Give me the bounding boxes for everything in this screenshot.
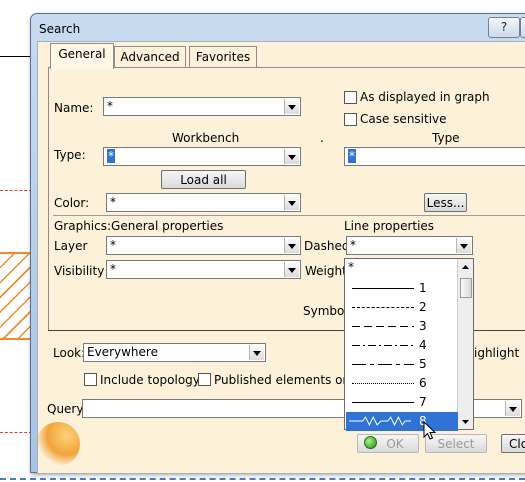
- scroll-thumb[interactable]: [460, 278, 472, 298]
- line-properties-label: Line properties: [344, 219, 435, 233]
- graphics-label: Graphics:General properties: [54, 219, 223, 233]
- line-sample-icon: [352, 326, 414, 327]
- geometry-line: [0, 56, 32, 57]
- name-combo[interactable]: *: [103, 97, 301, 116]
- line-sample-icon: [352, 383, 414, 384]
- layer-label: Layer: [54, 239, 88, 253]
- dashed-dropdown-list[interactable]: * 1 2 3 4 5 6 7 8: [344, 258, 474, 431]
- line-style-option-5[interactable]: 5: [346, 355, 458, 374]
- chevron-down-icon[interactable]: [505, 401, 520, 416]
- layer-value: *: [110, 238, 116, 252]
- zigzag-line-icon: [349, 416, 411, 426]
- color-value: *: [110, 195, 116, 209]
- chevron-down-icon[interactable]: [249, 345, 264, 360]
- type-combo[interactable]: *: [344, 147, 525, 166]
- section-divider: [53, 215, 525, 216]
- axis-line: [0, 432, 32, 433]
- close-window-button[interactable]: [520, 17, 525, 38]
- workbench-header: Workbench: [172, 131, 240, 145]
- case-sensitive-label: Case sensitive: [360, 112, 447, 126]
- option-label: 6: [419, 376, 427, 390]
- option-label: 7: [419, 395, 427, 409]
- include-topology-label: Include topology: [100, 373, 200, 387]
- workbench-value: *: [107, 149, 115, 163]
- chevron-down-icon[interactable]: [284, 238, 299, 253]
- chevron-down-icon[interactable]: [456, 238, 471, 253]
- chevron-down-icon[interactable]: [284, 195, 299, 210]
- layer-combo[interactable]: *: [106, 236, 301, 255]
- line-style-option-3[interactable]: 3: [346, 317, 458, 336]
- published-only-label: Published elements only: [214, 373, 361, 387]
- dialog-title: Search: [39, 22, 81, 36]
- as-displayed-checkbox[interactable]: [344, 91, 357, 104]
- weight-label: Weight: [305, 264, 347, 278]
- option-label: 1: [419, 281, 427, 295]
- boundary-line: [0, 478, 525, 480]
- line-sample-icon: [352, 345, 414, 346]
- mouse-cursor-icon: [423, 421, 437, 440]
- option-label: 2: [419, 300, 427, 314]
- line-style-option-7[interactable]: 7: [346, 393, 458, 412]
- graphics-section-label: Graphics:: [54, 219, 112, 233]
- chevron-down-icon[interactable]: [284, 99, 299, 114]
- symbol-label: Symbol: [303, 304, 348, 318]
- close-button[interactable]: Clo: [501, 434, 525, 453]
- dashed-combo[interactable]: *: [346, 236, 473, 255]
- tab-favorites[interactable]: Favorites: [189, 46, 257, 68]
- dashed-label: Dashed: [304, 239, 350, 253]
- dropdown-scrollbar[interactable]: [457, 259, 473, 429]
- line-style-option-4[interactable]: 4: [346, 336, 458, 355]
- type-header: Type: [432, 131, 460, 145]
- scroll-down-icon[interactable]: [460, 417, 471, 427]
- line-style-option-6[interactable]: 6: [346, 374, 458, 393]
- tab-advanced[interactable]: Advanced: [114, 46, 186, 68]
- case-sensitive-checkbox[interactable]: [344, 113, 357, 126]
- help-button[interactable]: ?: [488, 17, 520, 38]
- name-label: Name:: [54, 101, 94, 115]
- color-combo[interactable]: *: [106, 193, 301, 212]
- ok-status-icon: [364, 436, 377, 449]
- highlight-label: ighlight: [474, 346, 520, 360]
- dashed-value: *: [350, 238, 356, 252]
- option-label: 4: [419, 338, 427, 352]
- line-style-option-8[interactable]: 8: [346, 412, 458, 431]
- color-label: Color:: [54, 196, 90, 210]
- line-style-option-1[interactable]: 1: [346, 279, 458, 298]
- query-label: Query:: [47, 402, 87, 416]
- line-sample-icon: [352, 288, 414, 289]
- look-combo[interactable]: Everywhere: [83, 343, 266, 362]
- option-label: 3: [419, 319, 427, 333]
- tab-general[interactable]: General: [50, 43, 114, 69]
- load-all-types-button[interactable]: Load all types: [161, 170, 246, 205]
- line-style-option-2[interactable]: 2: [346, 298, 458, 317]
- visibility-combo[interactable]: *: [106, 260, 301, 279]
- look-label: Look:: [53, 346, 86, 360]
- option-label: *: [348, 260, 354, 274]
- workbench-combo[interactable]: *: [103, 147, 301, 166]
- general-properties-label: General properties: [111, 219, 224, 233]
- globe-logo-icon: [36, 422, 80, 466]
- line-sample-icon: [352, 307, 414, 308]
- visibility-label: Visibility: [54, 264, 105, 278]
- type-value: *: [348, 149, 356, 163]
- type-label: Type:: [54, 148, 86, 162]
- published-only-checkbox[interactable]: [198, 373, 211, 386]
- include-topology-checkbox[interactable]: [84, 373, 97, 386]
- separator-dot: .: [320, 131, 324, 145]
- less-button[interactable]: Less...: [424, 193, 467, 212]
- axis-line: [0, 190, 32, 191]
- line-sample-icon: [352, 364, 414, 365]
- chevron-down-icon[interactable]: [284, 149, 299, 164]
- line-style-option-any[interactable]: *: [346, 260, 458, 279]
- scroll-up-icon[interactable]: [460, 262, 471, 272]
- chevron-down-icon[interactable]: [284, 262, 299, 277]
- option-label: 5: [419, 357, 427, 371]
- look-value: Everywhere: [87, 345, 158, 359]
- visibility-value: *: [110, 262, 116, 276]
- name-value: *: [107, 99, 113, 113]
- as-displayed-label: As displayed in graph: [360, 90, 490, 104]
- line-sample-icon: [352, 402, 414, 403]
